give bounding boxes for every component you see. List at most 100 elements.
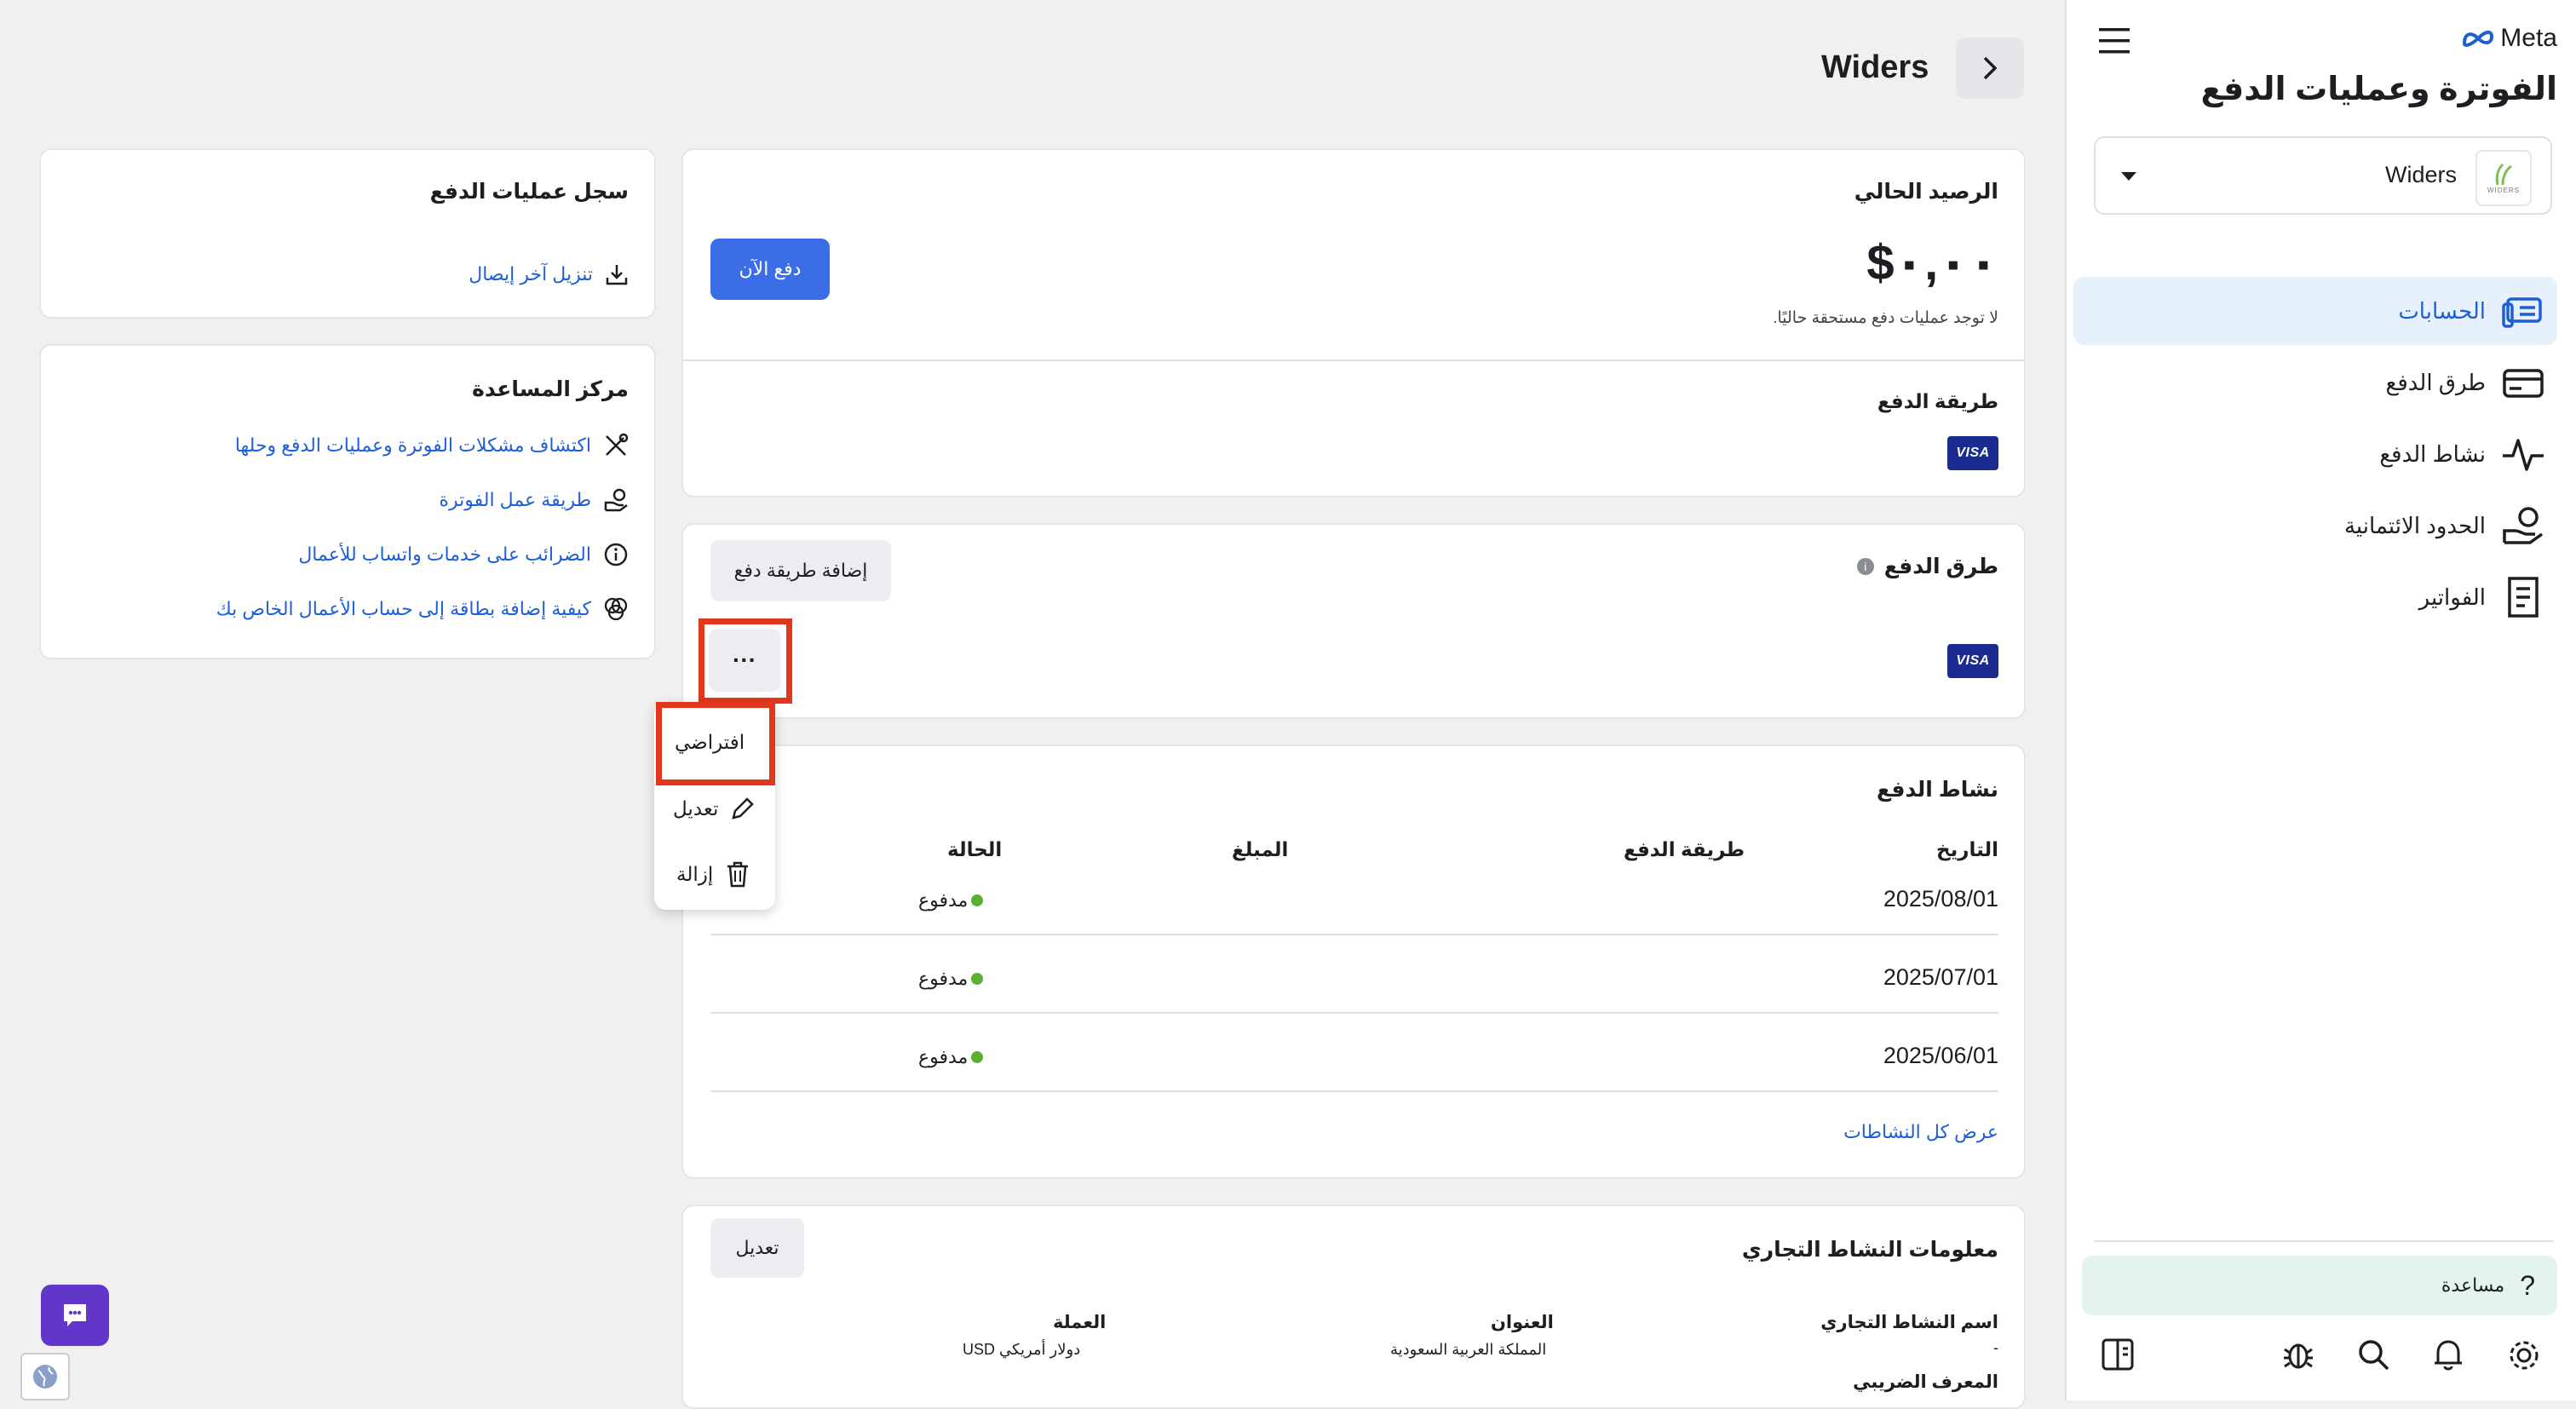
- download-receipt-link[interactable]: تنزيل آخر إيصال: [469, 262, 629, 286]
- menu-item-edit[interactable]: تعديل: [673, 796, 756, 821]
- info-icon[interactable]: i: [1856, 558, 1874, 575]
- account-title: Widers: [1821, 49, 1929, 85]
- help-label: مساعدة: [2441, 1274, 2505, 1296]
- payment-activity-title: نشاط الدفع: [1877, 778, 1998, 802]
- help-link-how-billing-works[interactable]: طريقة عمل الفوترة: [439, 487, 629, 513]
- account-selector[interactable]: Widers WIDERS: [2094, 136, 2552, 215]
- help-center-title: مركز المساعدة: [472, 377, 629, 401]
- notifications-bell-icon[interactable]: [2431, 1337, 2465, 1372]
- balance-title: الرصيد الحالي: [1854, 180, 1998, 204]
- status-text: مدفوع: [918, 889, 969, 911]
- business-name-value: -: [1993, 1339, 1998, 1356]
- row-divider: [710, 1090, 1998, 1092]
- meta-logo: Meta: [2461, 24, 2557, 53]
- balance-amount: ٠,٠٠$: [1866, 235, 1998, 290]
- view-all-activity-link[interactable]: عرض كل النشاطات: [1843, 1121, 1998, 1143]
- currency-label: العملة: [1053, 1313, 1107, 1332]
- language-globe-button[interactable]: [20, 1353, 70, 1400]
- status-badge: مدفوع: [918, 1046, 984, 1068]
- accounts-icon: [2502, 297, 2542, 328]
- payment-methods-heading: i طرق الدفع: [1856, 554, 1998, 579]
- balance-card: الرصيد الحالي ٠,٠٠$ لا توجد عمليات دفع م…: [681, 148, 2026, 497]
- tax-id-label: المعرف الضريبي: [1853, 1372, 1998, 1392]
- table-row-date: 2025/06/01: [1883, 1043, 1998, 1068]
- table-row-date: 2025/08/01: [1883, 886, 1998, 912]
- address-value: المملكة العربية السعودية: [1390, 1341, 1547, 1358]
- payment-method-title: طريقة الدفع: [1877, 390, 1998, 412]
- status-badge: مدفوع: [918, 889, 984, 912]
- sidebar-item-label: طرق الدفع: [2385, 369, 2487, 395]
- currency-value: دولار أمريكي USD: [963, 1341, 1081, 1358]
- chat-support-button[interactable]: [41, 1285, 109, 1346]
- info-circle-icon: [604, 543, 628, 566]
- add-payment-method-button[interactable]: إضافة طريقة دفع: [710, 540, 891, 601]
- table-row-date: 2025/07/01: [1883, 964, 1998, 990]
- edit-business-info-button[interactable]: تعديل: [710, 1218, 804, 1278]
- sidebar-item-label: الحسابات: [2398, 297, 2486, 324]
- column-header-date: التاريخ: [1936, 838, 1998, 860]
- help-link-add-card[interactable]: كيفية إضافة بطاقة إلى حساب الأعمال الخاص…: [216, 596, 629, 622]
- business-info-card: معلومات النشاط التجاري تعديل اسم النشاط …: [681, 1205, 2026, 1409]
- balance-divider: [683, 359, 2024, 361]
- credit-limit-icon: [2503, 507, 2544, 544]
- menu-item-remove[interactable]: إزالة: [676, 860, 750, 888]
- column-header-amount: المبلغ: [1232, 838, 1289, 860]
- business-name-label: اسم النشاط التجاري: [1820, 1313, 1998, 1332]
- column-header-payment-method: طريقة الدفع: [1624, 838, 1745, 860]
- more-options-button[interactable]: ···: [709, 629, 780, 692]
- pencil-icon: [732, 797, 755, 820]
- balance-note: لا توجد عمليات دفع مستحقة حاليًا.: [1773, 309, 1998, 327]
- pay-now-button[interactable]: دفع الآن: [710, 239, 830, 300]
- paid-status-dot: [971, 973, 984, 985]
- account-logo-text: WIDERS: [2487, 186, 2520, 194]
- meta-brand-text: Meta: [2500, 24, 2557, 52]
- sidebar-item-payment-activity[interactable]: نشاط الدفع: [2073, 420, 2557, 488]
- sidebar-item-accounts[interactable]: الحسابات: [2073, 277, 2557, 345]
- help-link-whatsapp-taxes[interactable]: الضرائب على خدمات واتساب للأعمال: [298, 542, 629, 567]
- sidebar-item-label: نشاط الدفع: [2379, 440, 2486, 467]
- circles-icon: [604, 597, 628, 621]
- menu-item-set-default[interactable]: افتراضي: [675, 731, 745, 754]
- help-link-label: كيفية إضافة بطاقة إلى حساب الأعمال الخاص…: [216, 598, 591, 619]
- account-logo: WIDERS: [2475, 150, 2532, 206]
- help-button[interactable]: مساعدة ?: [2082, 1256, 2557, 1315]
- help-link-label: الضرائب على خدمات واتساب للأعمال: [298, 543, 591, 565]
- sidebar-item-invoices[interactable]: الفواتير: [2073, 563, 2557, 631]
- leaf-logo-icon: [2495, 163, 2512, 185]
- sidebar: Meta الفوترة وعمليات الدفع Widers WIDERS…: [2065, 0, 2576, 1400]
- visa-card-icon: VISA: [1947, 644, 1998, 678]
- meta-infinity-icon: [2463, 31, 2494, 47]
- help-link-label: طريقة عمل الفوترة: [439, 489, 591, 510]
- payment-activity-card: نشاط الدفع التاريخ طريقة الدفع المبلغ ال…: [681, 745, 2026, 1179]
- more-options-menu: افتراضي تعديل إزالة: [654, 702, 775, 910]
- settings-gear-icon[interactable]: [2506, 1337, 2542, 1373]
- chevron-right-icon: [1983, 56, 1998, 80]
- address-label: العنوان: [1491, 1313, 1554, 1332]
- panel-toggle-icon[interactable]: [2101, 1337, 2135, 1372]
- trash-icon: [727, 861, 749, 888]
- help-center-card: مركز المساعدة اكتشاف مشكلات الفوترة وعمل…: [39, 344, 656, 659]
- credit-card-icon: [2503, 369, 2544, 398]
- visa-card-icon: VISA: [1947, 436, 1998, 470]
- hamburger-menu-icon[interactable]: [2097, 26, 2131, 56]
- menu-item-remove-label: إزالة: [676, 862, 714, 885]
- payment-history-card: سجل عمليات الدفع تنزيل آخر إيصال: [39, 148, 656, 319]
- search-icon[interactable]: [2356, 1337, 2390, 1372]
- invoice-icon: [2508, 577, 2539, 618]
- sidebar-item-payment-methods[interactable]: طرق الدفع: [2073, 348, 2557, 417]
- sidebar-title: الفوترة وعمليات الدفع: [2200, 72, 2557, 107]
- download-icon: [606, 265, 628, 285]
- sidebar-item-credit-limits[interactable]: الحدود الائتمانية: [2073, 492, 2557, 560]
- forward-button[interactable]: [1956, 37, 2024, 99]
- hand-coin-icon: [604, 488, 628, 512]
- business-info-title: معلومات النشاط التجاري: [1741, 1238, 1998, 1262]
- row-divider: [710, 934, 1998, 935]
- help-link-troubleshoot[interactable]: اكتشاف مشكلات الفوترة وعمليات الدفع وحله…: [235, 433, 629, 458]
- chat-bubble-icon: [64, 1304, 86, 1326]
- payment-methods-card: i طرق الدفع إضافة طريقة دفع VISA: [681, 523, 2026, 719]
- column-header-status: الحالة: [947, 838, 1003, 860]
- status-badge: مدفوع: [918, 968, 984, 990]
- bug-report-icon[interactable]: [2281, 1337, 2315, 1372]
- globe-icon: [33, 1365, 57, 1389]
- status-text: مدفوع: [918, 1046, 969, 1067]
